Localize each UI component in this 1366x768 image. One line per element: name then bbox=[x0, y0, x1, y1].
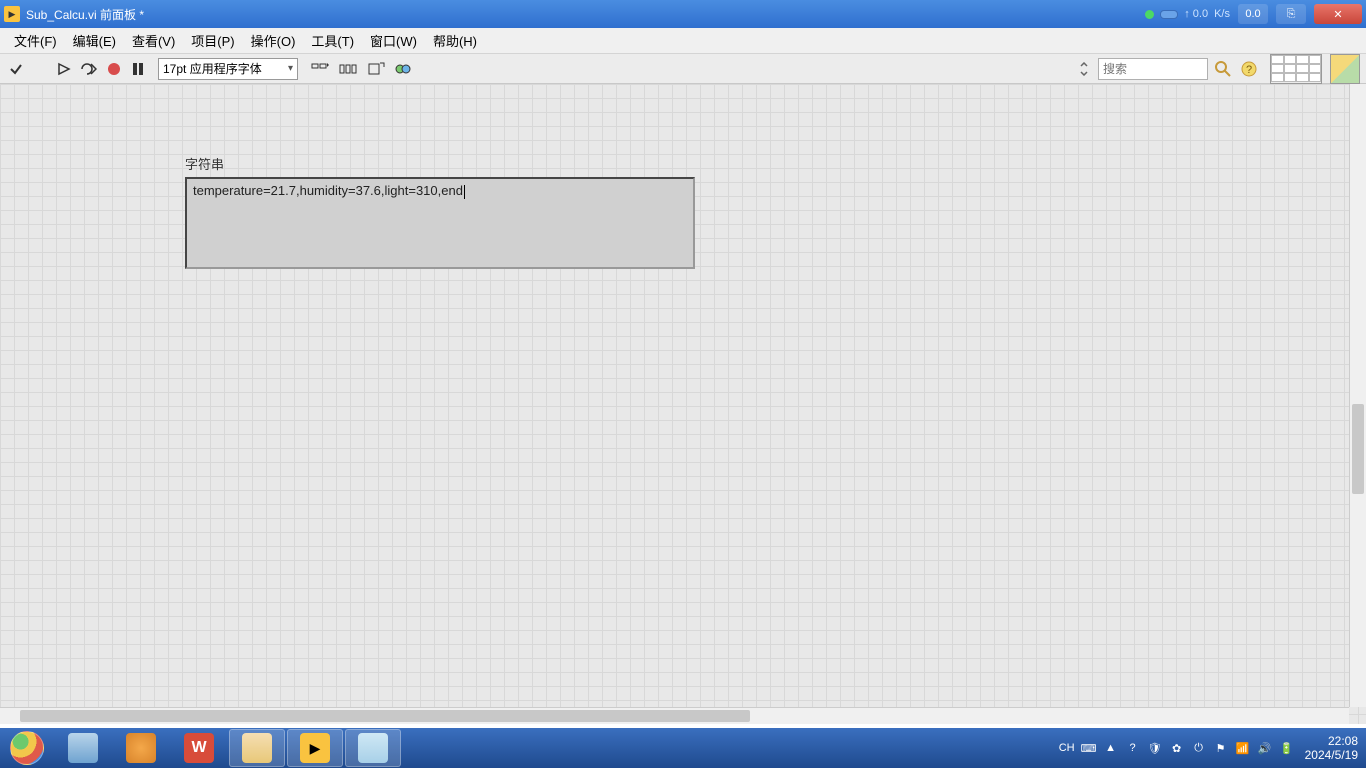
front-panel-canvas[interactable]: 字符串 temperature=21.7,humidity=37.6,light… bbox=[0, 84, 1366, 724]
string-control-field[interactable]: temperature=21.7,humidity=37.6,light=310… bbox=[185, 177, 695, 269]
clock-time: 22:08 bbox=[1305, 734, 1358, 748]
menu-view[interactable]: 查看(V) bbox=[124, 28, 183, 53]
scrollbar-thumb[interactable] bbox=[1352, 404, 1364, 494]
tray-power-icon[interactable]: ⏻ bbox=[1191, 740, 1207, 756]
tray-flower-icon[interactable]: ✿ bbox=[1169, 740, 1185, 756]
net-mem-badge[interactable]: 0.0 bbox=[1238, 4, 1268, 24]
run-arrow-button[interactable] bbox=[54, 58, 74, 80]
run-continuous-button[interactable] bbox=[78, 58, 100, 80]
vertical-scrollbar[interactable] bbox=[1349, 84, 1366, 707]
status-dot-green-icon bbox=[1145, 10, 1154, 19]
toolbar: 17pt 应用程序字体 ? bbox=[0, 54, 1366, 84]
menu-project[interactable]: 项目(P) bbox=[183, 28, 242, 53]
labview-vi-icon: ▶ bbox=[4, 6, 20, 22]
menubar: 文件(F) 编辑(E) 查看(V) 项目(P) 操作(O) 工具(T) 窗口(W… bbox=[0, 28, 1366, 54]
task-paint[interactable] bbox=[113, 729, 169, 767]
system-tray: CH ⌨ ▲ ? 🛡 ✿ ⏻ ⚑ 📶 🔊 🔋 22:08 2024/5/19 bbox=[1059, 734, 1366, 763]
task-notepad[interactable] bbox=[345, 729, 401, 767]
paint-icon bbox=[126, 733, 156, 763]
resize-button[interactable] bbox=[364, 58, 388, 80]
pin-button[interactable]: ⎘ bbox=[1276, 4, 1306, 24]
window-titlebar: ▶ Sub_Calcu.vi 前面板 * ↑ 0.0 K/s 0.0 ⎘ ✕ bbox=[0, 0, 1366, 28]
tray-keyboard-icon[interactable]: ⌨ bbox=[1081, 740, 1097, 756]
wps-icon: W bbox=[184, 733, 214, 763]
tray-shield-icon[interactable]: 🛡 bbox=[1147, 740, 1163, 756]
windows-logo-icon bbox=[10, 731, 44, 765]
search-input[interactable] bbox=[1103, 62, 1203, 76]
svg-text:?: ? bbox=[1246, 64, 1252, 76]
start-button[interactable] bbox=[0, 728, 54, 768]
menu-file[interactable]: 文件(F) bbox=[6, 28, 65, 53]
window-title: Sub_Calcu.vi 前面板 * bbox=[26, 6, 1145, 23]
vi-icon-editor[interactable] bbox=[1330, 54, 1360, 84]
tray-up-icon[interactable]: ▲ bbox=[1103, 740, 1119, 756]
menu-window[interactable]: 窗口(W) bbox=[362, 28, 425, 53]
net-up-speed: ↑ 0.0 bbox=[1184, 8, 1208, 20]
task-calculator[interactable] bbox=[55, 729, 111, 767]
menu-edit[interactable]: 编辑(E) bbox=[65, 28, 124, 53]
reorder-button[interactable] bbox=[392, 58, 416, 80]
task-explorer[interactable] bbox=[229, 729, 285, 767]
align-button[interactable] bbox=[308, 58, 332, 80]
horizontal-scrollbar[interactable] bbox=[0, 707, 1349, 724]
ime-indicator[interactable]: CH bbox=[1059, 742, 1075, 754]
clock-date: 2024/5/19 bbox=[1305, 748, 1358, 762]
window-close-button[interactable]: ✕ bbox=[1314, 4, 1362, 24]
string-control-label[interactable]: 字符串 bbox=[185, 154, 695, 173]
connector-pane-icon[interactable] bbox=[1270, 54, 1322, 84]
abort-button[interactable] bbox=[104, 58, 124, 80]
tray-help-icon[interactable]: ? bbox=[1125, 740, 1141, 756]
search-box[interactable] bbox=[1098, 58, 1208, 80]
pause-button[interactable] bbox=[128, 58, 148, 80]
tray-volume-icon[interactable]: 🔊 bbox=[1257, 740, 1273, 756]
menu-operate[interactable]: 操作(O) bbox=[243, 28, 304, 53]
tray-network-icon[interactable]: 📶 bbox=[1235, 740, 1251, 756]
string-control: 字符串 temperature=21.7,humidity=37.6,light… bbox=[185, 154, 695, 269]
tray-flag-icon[interactable]: ⚑ bbox=[1213, 740, 1229, 756]
labview-icon: ▶ bbox=[300, 733, 330, 763]
font-selector-label: 17pt 应用程序字体 bbox=[163, 60, 262, 77]
status-pill-icon bbox=[1160, 10, 1178, 19]
net-speed-unit: K/s bbox=[1214, 8, 1230, 20]
task-labview[interactable]: ▶ bbox=[287, 729, 343, 767]
task-wps[interactable]: W bbox=[171, 729, 227, 767]
font-selector[interactable]: 17pt 应用程序字体 bbox=[158, 58, 298, 80]
help-icon[interactable]: ? bbox=[1238, 58, 1260, 80]
distribute-button[interactable] bbox=[336, 58, 360, 80]
search-icon[interactable] bbox=[1212, 58, 1234, 80]
taskbar-clock[interactable]: 22:08 2024/5/19 bbox=[1301, 734, 1358, 763]
tray-battery-icon[interactable]: 🔋 bbox=[1279, 740, 1295, 756]
menu-help[interactable]: 帮助(H) bbox=[425, 28, 485, 53]
string-control-value: temperature=21.7,humidity=37.6,light=310… bbox=[193, 183, 463, 198]
scrollbar-thumb[interactable] bbox=[20, 710, 750, 722]
notepad-icon bbox=[358, 733, 388, 763]
calculator-icon bbox=[68, 733, 98, 763]
menu-tools[interactable]: 工具(T) bbox=[303, 28, 362, 53]
folder-icon bbox=[242, 733, 272, 763]
text-cursor-icon bbox=[464, 185, 465, 199]
windows-taskbar: W ▶ CH ⌨ ▲ ? 🛡 ✿ ⏻ ⚑ 📶 🔊 🔋 22:08 2024/5/… bbox=[0, 728, 1366, 768]
titlebar-status: ↑ 0.0 K/s 0.0 ⎘ ✕ bbox=[1145, 4, 1366, 24]
run-ok-icon[interactable] bbox=[6, 58, 26, 80]
search-nav-icon[interactable] bbox=[1074, 58, 1094, 80]
